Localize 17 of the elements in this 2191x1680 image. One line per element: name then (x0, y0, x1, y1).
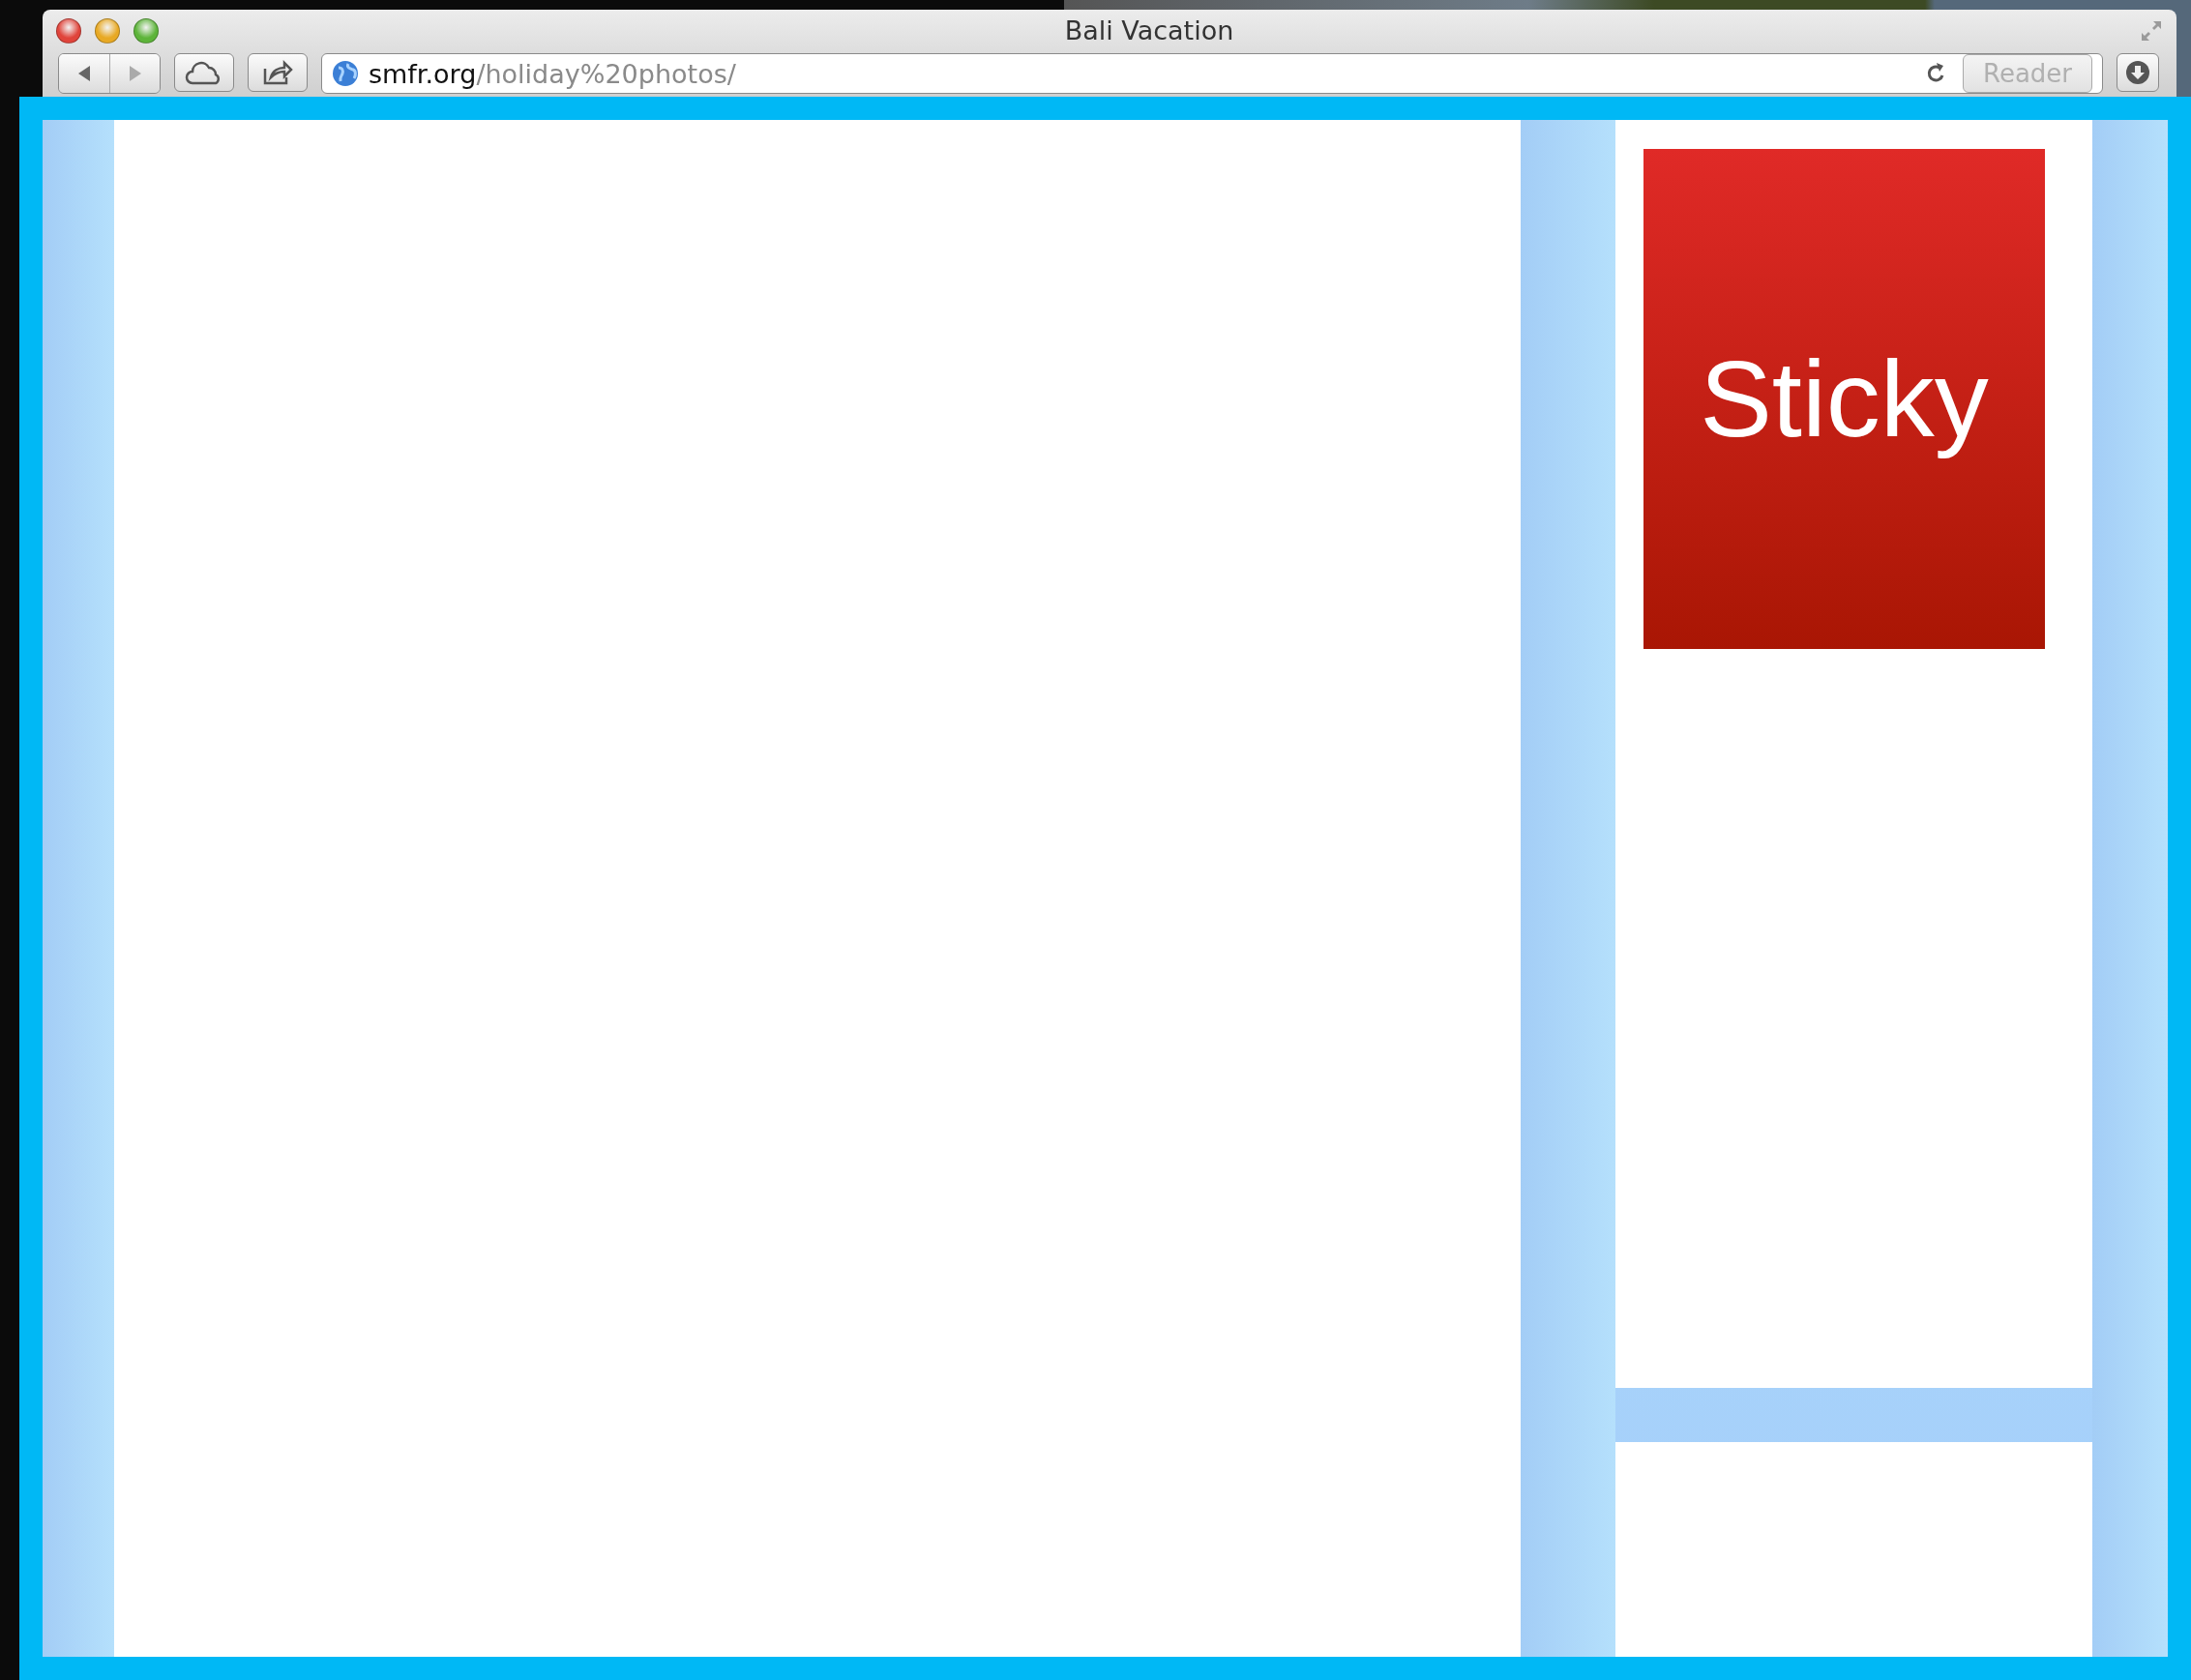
download-icon (2125, 60, 2150, 85)
url-host: smfr.org (369, 58, 477, 89)
window-title: Bali Vacation (1064, 15, 1234, 45)
url-path: /holiday%20photos/ (476, 58, 736, 89)
address-field[interactable]: smfr.org/holiday%20photos/ Reader (321, 53, 2103, 94)
globe-icon (332, 60, 359, 87)
zoom-icon[interactable] (133, 17, 159, 44)
share-icon (262, 60, 293, 85)
minimize-icon[interactable] (95, 17, 120, 44)
share-button[interactable] (248, 53, 308, 92)
back-button[interactable] (59, 54, 109, 93)
cloud-button[interactable] (174, 53, 234, 92)
right-triangle-icon (127, 65, 143, 82)
downloads-button[interactable] (2117, 53, 2159, 92)
left-triangle-icon (76, 65, 92, 82)
close-icon[interactable] (56, 17, 81, 44)
sticky-label: Sticky (1700, 338, 1989, 461)
